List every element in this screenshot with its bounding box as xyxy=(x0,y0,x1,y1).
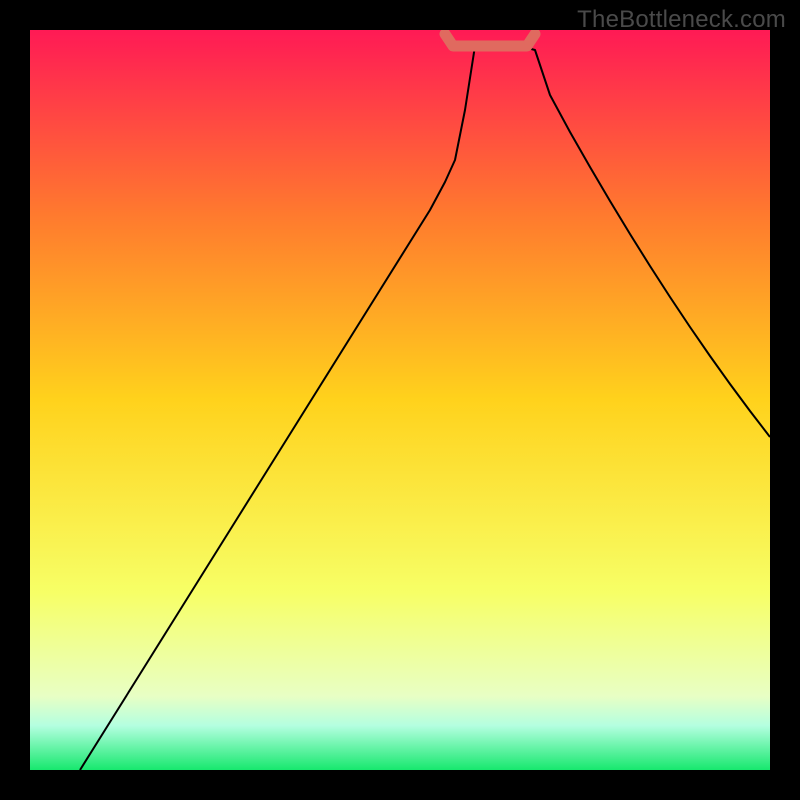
chart-frame: TheBottleneck.com xyxy=(0,0,800,800)
plot-area xyxy=(30,30,770,770)
chart-svg xyxy=(30,30,770,770)
gradient-background xyxy=(30,30,770,770)
